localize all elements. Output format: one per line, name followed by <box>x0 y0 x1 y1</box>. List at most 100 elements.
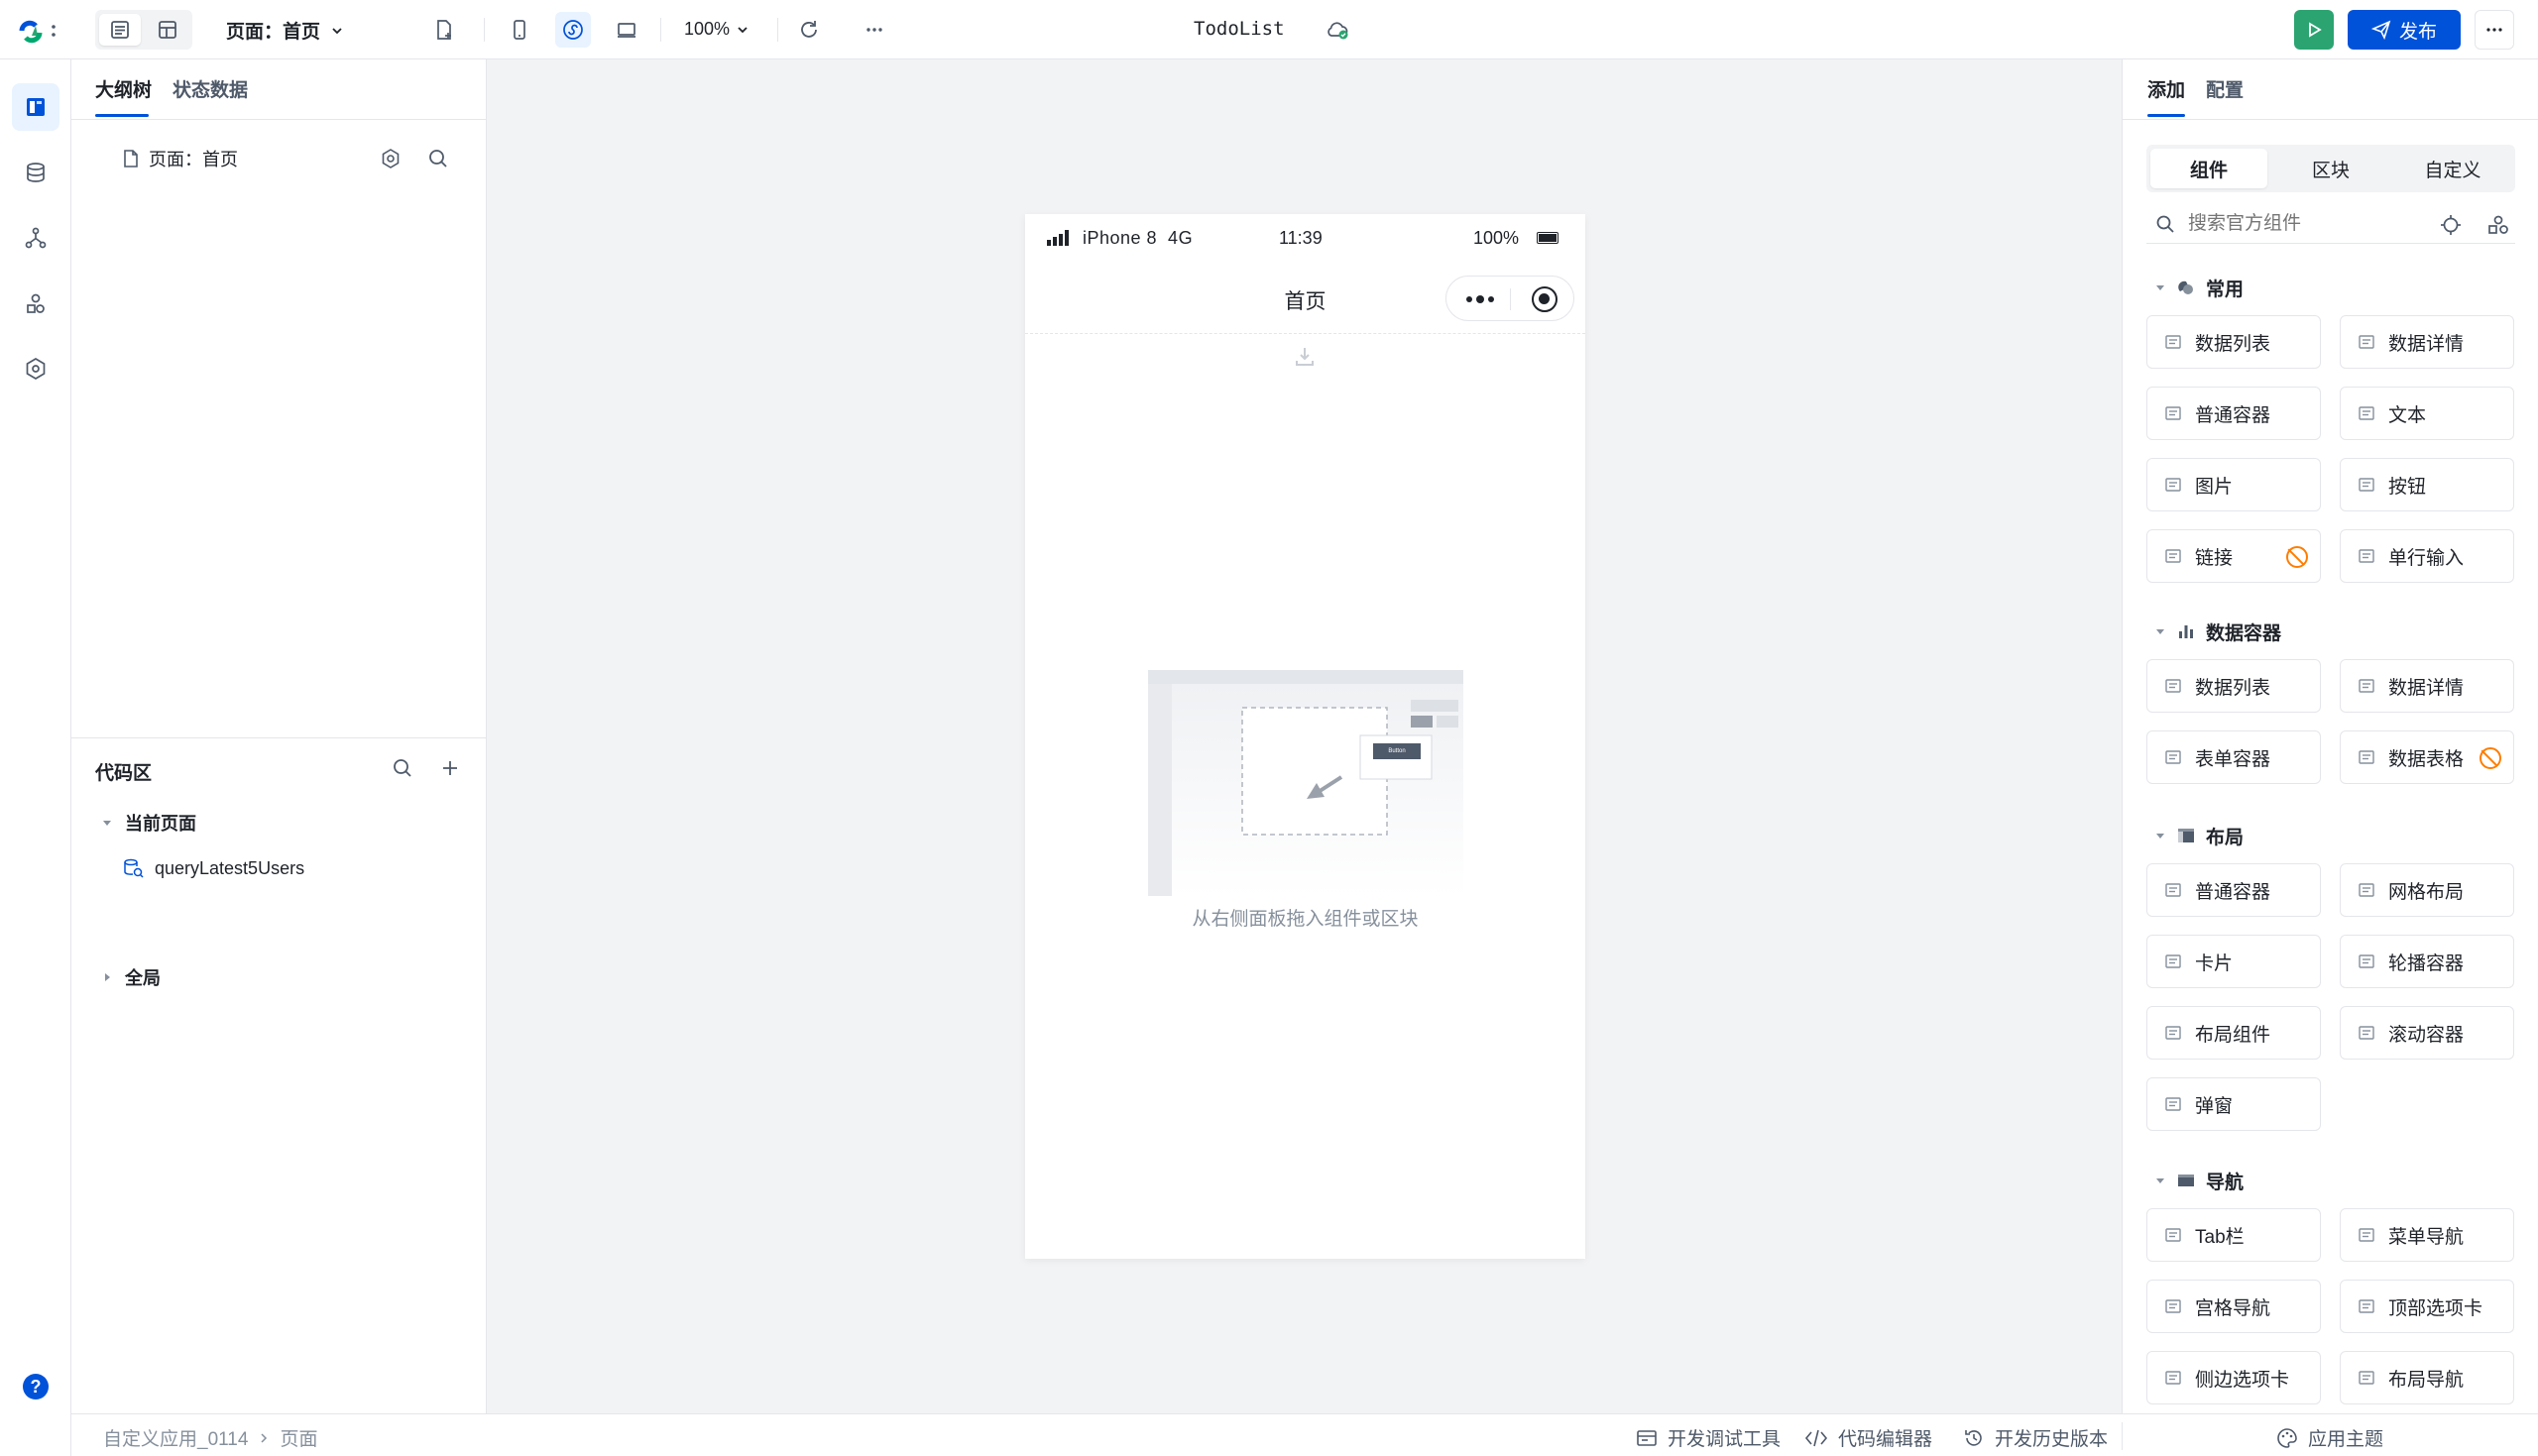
component-card[interactable]: 卡片 <box>2146 935 2321 988</box>
component-card[interactable]: 图片 <box>2146 458 2321 511</box>
rail-settings-icon[interactable] <box>12 345 59 392</box>
app-title: TodoList <box>1194 18 1285 40</box>
component-card[interactable]: 普通容器 <box>2146 863 2321 917</box>
component-card[interactable]: 弹窗 <box>2146 1077 2321 1131</box>
component-card[interactable]: 链接 <box>2146 529 2321 583</box>
mobile-device-icon[interactable] <box>502 12 537 48</box>
category-header[interactable]: 布局 <box>2154 822 2244 849</box>
component-card[interactable]: 顶部选项卡 <box>2340 1280 2514 1333</box>
top-tabs-icon <box>2357 1296 2376 1316</box>
component-card[interactable]: 侧边选项卡 <box>2146 1351 2321 1404</box>
run-button[interactable] <box>2294 10 2334 50</box>
component-card[interactable]: 布局导航 <box>2340 1351 2514 1404</box>
breadcrumb: 自定义应用_0114 页面 <box>103 1424 317 1451</box>
breadcrumb-app[interactable]: 自定义应用_0114 <box>103 1424 248 1451</box>
rail-outline-icon[interactable] <box>12 83 59 131</box>
capsule-more-icon[interactable] <box>1466 295 1494 303</box>
component-card[interactable]: Tab栏 <box>2146 1208 2321 1262</box>
outline-view-icon[interactable] <box>99 14 141 46</box>
component-card[interactable]: 普通容器 <box>2146 387 2321 440</box>
component-label: 轮播容器 <box>2388 952 2465 974</box>
table-icon <box>2357 747 2376 767</box>
layout-view-icon[interactable] <box>147 14 188 46</box>
right-panel: 添加 配置 组件 区块 自定义 常用数据列表数据详情普通容器文本图片按钮链接单行… <box>2122 59 2538 1413</box>
search-input[interactable] <box>2188 212 2406 235</box>
zoom-select[interactable]: 100% <box>684 19 750 40</box>
component-card[interactable]: 菜单导航 <box>2340 1208 2514 1262</box>
code-item[interactable]: queryLatest5Users <box>121 856 304 880</box>
component-card[interactable]: 表单容器 <box>2146 730 2321 784</box>
active-tab-indicator <box>2147 114 2185 117</box>
settings-icon[interactable] <box>379 147 403 170</box>
help-icon[interactable]: ? <box>23 1374 49 1400</box>
chevron-down-icon <box>738 26 748 33</box>
code-editor-button[interactable]: 代码编辑器 <box>1804 1424 1932 1451</box>
component-card[interactable]: 单行输入 <box>2340 529 2514 583</box>
tab-outline[interactable]: 大纲树 <box>95 75 152 102</box>
capsule-close-icon[interactable] <box>1532 286 1557 312</box>
page-selector[interactable]: 页面：首页 <box>226 17 344 44</box>
history-button[interactable]: 开发历史版本 <box>1963 1424 2108 1451</box>
more-actions-button[interactable] <box>2475 10 2514 50</box>
component-card[interactable]: 数据表格 <box>2340 730 2514 784</box>
capsule-divider <box>1510 288 1511 310</box>
detail-icon <box>2357 676 2376 696</box>
rail-users-icon[interactable] <box>12 280 59 327</box>
component-card[interactable]: 数据列表 <box>2146 659 2321 713</box>
breadcrumb-page[interactable]: 页面 <box>280 1424 317 1451</box>
component-card[interactable]: 文本 <box>2340 387 2514 440</box>
chevron-down-icon <box>332 27 342 34</box>
app-theme-button[interactable]: 应用主题 <box>2276 1424 2383 1451</box>
outline-page-node[interactable]: 页面：首页 <box>121 145 478 172</box>
code-group-current-page[interactable]: 当前页面 <box>101 810 196 836</box>
component-library-icon[interactable] <box>2487 214 2509 236</box>
component-card[interactable]: 数据列表 <box>2146 315 2321 369</box>
tab-add[interactable]: 添加 <box>2147 75 2185 102</box>
category-header[interactable]: 数据容器 <box>2154 617 2281 645</box>
rail-database-icon[interactable] <box>12 149 59 196</box>
nav-divider <box>1025 333 1585 334</box>
code-group-global[interactable]: 全局 <box>101 964 161 990</box>
component-card[interactable]: 布局组件 <box>2146 1006 2321 1060</box>
file-icon <box>124 150 138 168</box>
component-label: 数据列表 <box>2195 333 2271 355</box>
component-card[interactable]: 轮播容器 <box>2340 935 2514 988</box>
component-search[interactable] <box>2146 204 2434 244</box>
phone-preview[interactable]: iPhone 8 4G 11:39 100% 首页 Button 从右侧面板拖入… <box>1025 214 1585 1259</box>
component-label: 侧边选项卡 <box>2195 1369 2290 1391</box>
pc-device-icon[interactable] <box>609 12 644 48</box>
publish-button[interactable]: 发布 <box>2348 10 2461 50</box>
miniprogram-device-icon[interactable] <box>555 12 591 48</box>
capsule-menu[interactable] <box>1445 276 1574 321</box>
debug-tools-button[interactable]: 开发调试工具 <box>1636 1424 1781 1451</box>
category-header[interactable]: 常用 <box>2154 274 2244 301</box>
tab-state-data[interactable]: 状态数据 <box>173 75 248 102</box>
locate-icon[interactable] <box>2440 214 2462 236</box>
component-card[interactable]: 宫格导航 <box>2146 1280 2321 1333</box>
component-card[interactable]: 数据详情 <box>2340 659 2514 713</box>
component-label: 表单容器 <box>2195 748 2271 770</box>
more-icon[interactable] <box>857 12 892 48</box>
view-switch <box>95 10 192 50</box>
category-header[interactable]: 导航 <box>2154 1167 2244 1194</box>
component-card[interactable]: 数据详情 <box>2340 315 2514 369</box>
new-page-icon[interactable] <box>426 12 462 48</box>
tab-config[interactable]: 配置 <box>2206 75 2244 102</box>
category-label: 布局 <box>2206 827 2245 848</box>
nav-icon <box>2176 1171 2196 1190</box>
container-icon <box>2163 880 2183 900</box>
add-code-icon[interactable] <box>438 756 462 780</box>
component-card[interactable]: 网格布局 <box>2340 863 2514 917</box>
app-logo[interactable] <box>18 18 58 44</box>
segment-blocks[interactable]: 区块 <box>2272 149 2389 188</box>
rail-flow-icon[interactable] <box>12 214 59 262</box>
scroll-icon <box>2357 1023 2376 1043</box>
code-search-icon[interactable] <box>391 756 414 780</box>
segment-custom[interactable]: 自定义 <box>2394 149 2511 188</box>
cloud-sync-icon[interactable] <box>1325 18 1350 42</box>
search-icon[interactable] <box>426 147 450 170</box>
component-card[interactable]: 按钮 <box>2340 458 2514 511</box>
component-card[interactable]: 滚动容器 <box>2340 1006 2514 1060</box>
segment-components[interactable]: 组件 <box>2150 149 2267 188</box>
refresh-icon[interactable] <box>791 12 827 48</box>
